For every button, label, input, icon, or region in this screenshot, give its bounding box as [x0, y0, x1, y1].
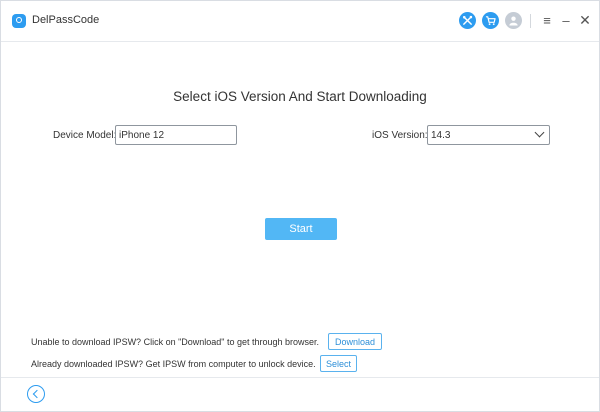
back-button[interactable] — [27, 385, 45, 403]
minimize-icon[interactable]: – — [559, 12, 573, 29]
footer-divider — [1, 377, 599, 378]
back-arrow-icon — [32, 389, 42, 399]
titlebar-divider — [530, 14, 531, 28]
select-button[interactable]: Select — [320, 355, 357, 372]
app-title: DelPassCode — [32, 14, 100, 26]
device-model-label: Device Model: — [53, 130, 117, 141]
tools-icon[interactable] — [459, 12, 476, 29]
app-logo-icon — [12, 14, 26, 28]
ios-version-label: iOS Version: — [372, 130, 428, 141]
ios-version-select[interactable]: 14.3 — [427, 125, 550, 145]
device-model-field[interactable] — [115, 125, 237, 145]
ios-version-value: 14.3 — [431, 130, 451, 141]
tools-glyph — [463, 15, 473, 25]
download-button[interactable]: Download — [328, 333, 382, 350]
close-icon[interactable]: ✕ — [578, 12, 592, 29]
cart-icon[interactable] — [482, 12, 499, 29]
user-icon[interactable] — [505, 12, 522, 29]
select-hint-text: Already downloaded IPSW? Get IPSW from c… — [31, 359, 316, 369]
page-title: Select iOS Version And Start Downloading — [173, 89, 427, 104]
download-hint-text: Unable to download IPSW? Click on "Downl… — [31, 337, 320, 347]
chevron-down-icon — [534, 127, 545, 138]
cart-glyph — [485, 16, 496, 26]
start-button[interactable]: Start — [265, 218, 337, 240]
app-window: DelPassCode ≡ – ✕ Select iOS Version And… — [0, 0, 600, 412]
user-glyph — [509, 16, 518, 26]
title-bar: DelPassCode ≡ – ✕ — [1, 1, 599, 42]
menu-icon[interactable]: ≡ — [540, 12, 554, 29]
